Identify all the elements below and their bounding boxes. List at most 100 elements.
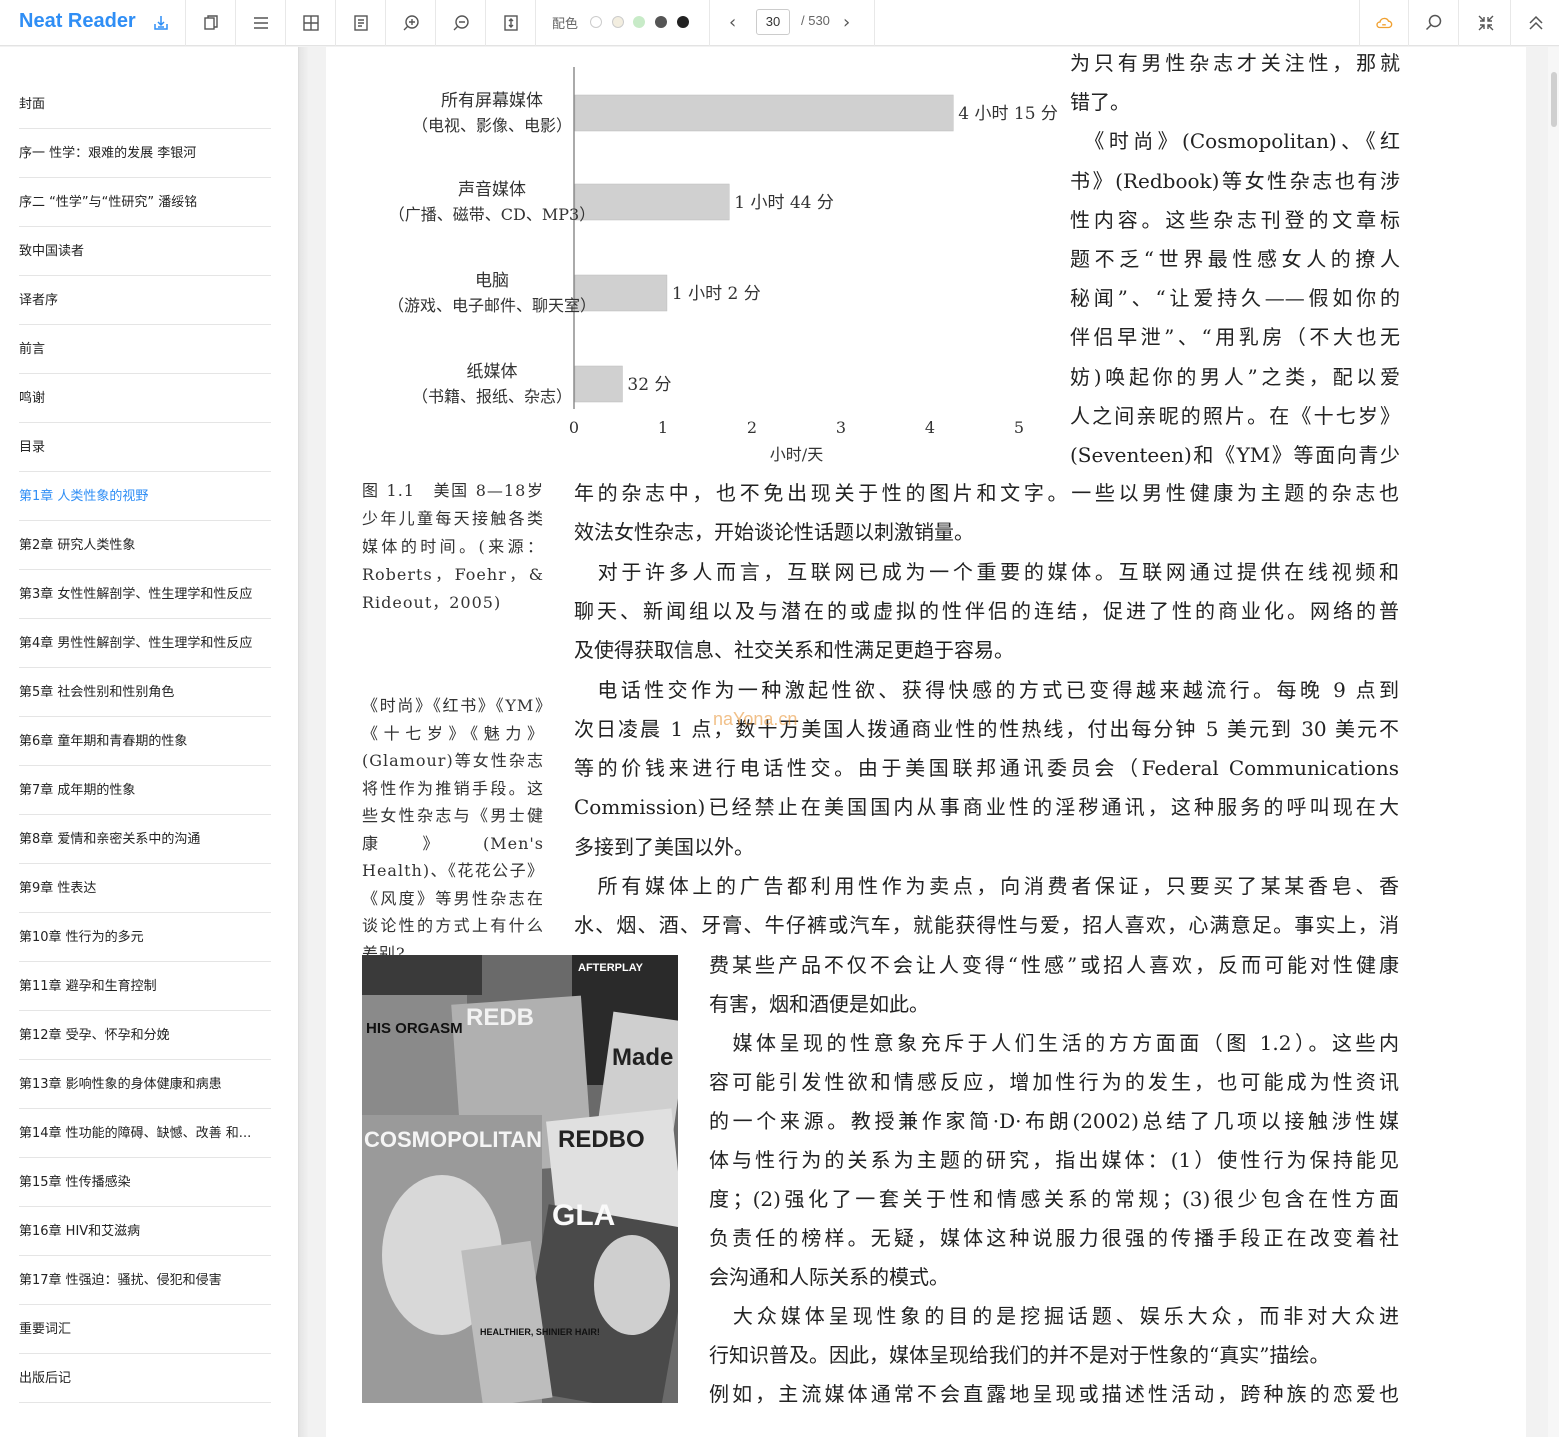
toc-item[interactable]: 鸣谢: [19, 374, 271, 423]
toc-item[interactable]: 第9章 性表达: [19, 864, 271, 913]
color-scheme-green[interactable]: [633, 16, 645, 28]
menu-icon[interactable]: [236, 0, 286, 46]
collage-cover-title: REDB: [466, 1004, 534, 1031]
app-brand: Neat Reader: [19, 10, 136, 32]
page-total: / 530: [801, 13, 830, 28]
text-line: 体与性行为的关系为主题的研究，指出媒体：(1）使性行为保持能见: [709, 1148, 1399, 1172]
toc-item[interactable]: 第3章 女性性解剖学、性生理学和性反应: [19, 570, 271, 619]
toc-item[interactable]: 第17章 性强迫：骚扰、侵犯和侵害: [19, 1256, 271, 1305]
color-scheme-dark[interactable]: [677, 16, 689, 28]
text-line: 伴侣早泄”、“用乳房（不大也无: [1070, 325, 1400, 350]
collage-cover-title: Made: [612, 1044, 673, 1071]
color-scheme-gray[interactable]: [655, 16, 667, 28]
collapse-icon[interactable]: [1461, 0, 1511, 46]
text-line: 效法女性杂志，开始谈论性话题以刺激销量。: [574, 520, 974, 545]
text-line: 媒体呈现的性意象充斥于人们生活的方方面面（图 1.2）。这些内: [709, 1031, 1400, 1055]
toc-item[interactable]: 第5章 社会性别和性别角色: [19, 668, 271, 717]
toc-item[interactable]: 目录: [19, 423, 271, 472]
toc-item[interactable]: 第14章 性功能的障碍、缺憾、改善 和...: [19, 1109, 271, 1158]
toc-item[interactable]: 第1章 人类性象的视野: [19, 472, 271, 521]
chart-bar: [574, 94, 954, 132]
text-line: Commission)已经禁止在美国国内从事商业性的淫秽通讯，这种服务的呼叫现在…: [574, 795, 1399, 820]
book-page: 所有屏幕媒体 （电视、影像、电影） 4 小时 15 分声音媒体 （广播、磁带、CD、M…: [326, 47, 1526, 1437]
cloud-icon[interactable]: [1359, 0, 1409, 46]
zoom-in-icon[interactable]: [386, 0, 436, 46]
text-line: 人之间亲昵的照片。在《十七岁》: [1070, 403, 1400, 428]
chart-category-label: 声音媒体: [458, 180, 526, 200]
toc-item[interactable]: 译者序: [19, 276, 271, 325]
toc-item[interactable]: 出版后记: [19, 1354, 271, 1403]
toc-item[interactable]: 封面: [19, 80, 271, 129]
text-line: 大众媒体呈现性象的目的是挖掘话题、娱乐大众，而非对大众进: [709, 1304, 1399, 1328]
next-page-icon[interactable]: ›: [843, 12, 850, 33]
color-scheme-sepia[interactable]: [612, 16, 624, 28]
media-time-chart: 所有屏幕媒体 （电视、影像、电影） 4 小时 15 分声音媒体 （广播、磁带、CD、M…: [388, 67, 1058, 464]
prev-page-icon[interactable]: ‹: [729, 12, 736, 33]
grid-icon[interactable]: [286, 0, 336, 46]
chart-data-label: 1 小时 2 分: [672, 284, 761, 304]
toc-item[interactable]: 前言: [19, 325, 271, 374]
toc-item[interactable]: 第12章 受孕、怀孕和分娩: [19, 1011, 271, 1060]
toc-item[interactable]: 第13章 影响性象的身体健康和病患: [19, 1060, 271, 1109]
toolbar-divider: [709, 0, 710, 46]
collage-cover-title: HEALTHIER, SHINIER HAIR!: [480, 1327, 600, 1337]
text-line: (Seventeen)和《YM》等面向青少: [1070, 443, 1400, 467]
toc-item[interactable]: 第4章 男性性解剖学、性生理学和性反应: [19, 619, 271, 668]
toc-item[interactable]: 第10章 性行为的多元: [19, 913, 271, 962]
chart-category-sublabel: （电视、影像、电影）: [412, 116, 572, 135]
toc-item[interactable]: 第7章 成年期的性象: [19, 766, 271, 815]
toc-item[interactable]: 第11章 避孕和生育控制: [19, 962, 271, 1011]
text-line: 等的价钱来进行电话性交。由于美国联邦通讯委员会（Federal Communic…: [574, 756, 1399, 781]
page-scrollbar[interactable]: [1548, 47, 1559, 1437]
color-scheme-white[interactable]: [590, 16, 602, 28]
chart-x-tick: 4: [925, 418, 935, 437]
chart-category-label: 纸媒体: [467, 362, 518, 382]
text-line: 次日凌晨 1 点，数十万美国人拨通商业性的性热线，付出每分钟 5 美元到 30 …: [574, 716, 1399, 741]
toc-item[interactable]: 序二 “性学”与“性研究” 潘绥铭: [19, 178, 271, 227]
toc-item[interactable]: 重要词汇: [19, 1305, 271, 1354]
fit-height-icon[interactable]: [486, 0, 536, 46]
chevron-up-icon[interactable]: [1511, 0, 1559, 46]
collage-cover-title: AFTERPLAY: [578, 962, 644, 974]
text-line: 行知识普及。因此，媒体呈现给我们的并不是对于性象的“真实”描绘。: [709, 1343, 1330, 1367]
text-line: 费某些产品不仅不会让人变得“性感”或招人喜欢，反而可能对性健康: [709, 953, 1399, 977]
zoom-out-icon[interactable]: [436, 0, 486, 46]
scrollbar-thumb[interactable]: [1551, 72, 1557, 127]
text-line: 水、烟、酒、牙膏、牛仔裤或汽车，就能获得性与爱，招人喜欢，心满意足。事实上，消: [574, 913, 1399, 938]
copy-icon[interactable]: [186, 0, 236, 46]
toolbar-divider: [874, 0, 875, 46]
toc-item[interactable]: 第6章 童年期和青春期的性象: [19, 717, 271, 766]
side-note: 《时尚》《红书》《YM》《十七岁》《魅力》(Glamour)等女性杂志将性作为推…: [362, 696, 544, 963]
toc-item[interactable]: 第15章 性传播感染: [19, 1158, 271, 1207]
sidebar-shadow: [299, 47, 309, 1437]
chart-data-label: 4 小时 15 分: [958, 104, 1058, 124]
chart-x-tick: 2: [747, 418, 757, 437]
save-icon[interactable]: [136, 0, 186, 46]
toc-item[interactable]: 第8章 爱情和亲密关系中的沟通: [19, 815, 271, 864]
figure-caption: 图 1.1 美国 8—18岁少年儿童每天接触各类媒体的时间。(来源：Robert…: [362, 481, 544, 612]
collage-cover-title: COSMOPOLITAN: [364, 1127, 542, 1152]
text-line: 秘闻”、“让爱持久——假如你的: [1070, 286, 1400, 311]
toc-item[interactable]: 致中国读者: [19, 227, 271, 276]
search-icon[interactable]: [1409, 0, 1459, 46]
text-line: 度；(2)强化了一套关于性和情感关系的常规；(3)很少包含在性方面: [709, 1187, 1399, 1211]
text-line: 会沟通和人际关系的模式。: [709, 1265, 949, 1289]
text-line: 例如，主流媒体通常不会直露地呈现或描述性活动，跨种族的恋爱也: [709, 1382, 1399, 1406]
collage-cover-title: REDBO: [558, 1126, 645, 1153]
toc-item[interactable]: 第2章 研究人类性象: [19, 521, 271, 570]
watermark: naYona.cn: [713, 709, 798, 729]
page-number-input[interactable]: 30: [756, 9, 790, 35]
chart-bar: [574, 183, 730, 221]
collage-cover-title: HIS ORGASM: [366, 1020, 463, 1037]
text-line: 《时尚》(Cosmopolitan)、《红: [1070, 129, 1400, 154]
chart-category-label: 所有屏幕媒体: [441, 91, 543, 111]
notes-icon[interactable]: [336, 0, 386, 46]
text-line: 容可能引发性欲和情感反应，增加性行为的发生，也可能成为性资讯: [709, 1070, 1399, 1094]
chart-category-sublabel: （游戏、电子邮件、聊天室）: [388, 296, 596, 315]
toc-item[interactable]: 序一 性学：艰难的发展 李银河: [19, 129, 271, 178]
text-line: 对于许多人而言，互联网已成为一个重要的媒体。互联网通过提供在线视频和: [574, 559, 1399, 584]
text-line: 题不乏“世界最性感女人的撩人: [1070, 247, 1400, 271]
chart-x-tick: 5: [1014, 418, 1024, 437]
text-line: 负责任的榜样。无疑，媒体这种说服力很强的传播手段正在改变着社: [709, 1226, 1399, 1250]
toc-item[interactable]: 第16章 HIV和艾滋病: [19, 1207, 271, 1256]
